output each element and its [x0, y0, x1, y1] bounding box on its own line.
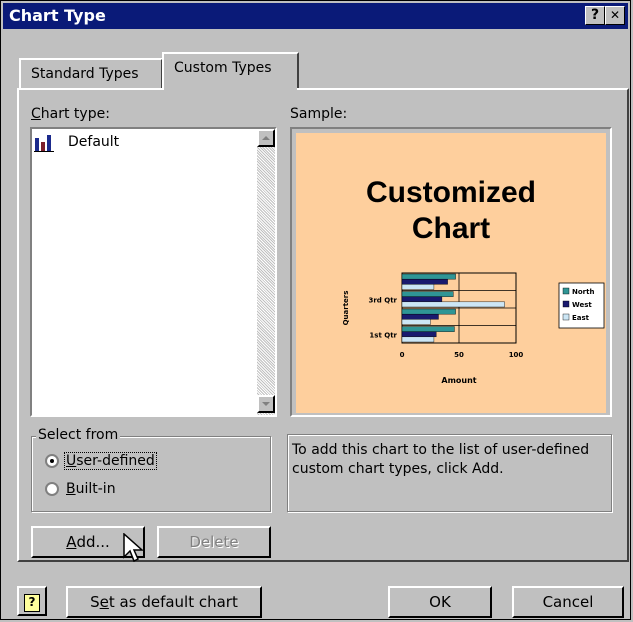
- help-button[interactable]: ?: [17, 586, 47, 616]
- ok-button[interactable]: OK: [388, 586, 492, 618]
- legend-swatch: [562, 287, 570, 295]
- arrow-down-icon: [262, 402, 270, 406]
- set-default-mnemonic: e: [99, 593, 109, 611]
- sample-frame: Customized Chart 1st Qtr 3rd Qtr 0 50 100 Amo…: [290, 127, 612, 417]
- radio-button[interactable]: [45, 454, 59, 468]
- help-icon: ?: [24, 594, 40, 612]
- bar: [401, 278, 448, 285]
- radio-built-in[interactable]: Built-in: [45, 480, 175, 500]
- bar: [401, 336, 435, 343]
- radio-user-defined[interactable]: User-defined: [45, 452, 175, 472]
- bar: [401, 331, 437, 338]
- legend-swatch: [562, 300, 570, 308]
- add-label: dd...: [76, 533, 110, 551]
- x-tick-label: 100: [509, 351, 524, 359]
- x-tick-label: 50: [454, 351, 464, 359]
- scroll-up-button[interactable]: [257, 129, 275, 147]
- chart-type-list[interactable]: Default: [30, 127, 277, 417]
- set-default-label-rest: t as default chart: [108, 593, 238, 611]
- sample-chart: 1st Qtr 3rd Qtr 0 50 100 Amount Quarters North W…: [342, 272, 605, 385]
- chart-type-mnemonic: C: [31, 106, 41, 122]
- tab-label: Custom Types: [174, 60, 272, 76]
- radio-label-text: ser-defined: [76, 453, 155, 469]
- radio-label-text: uilt-in: [75, 481, 116, 497]
- arrow-up-icon: [262, 136, 270, 140]
- radio-mnemonic: U: [66, 453, 77, 469]
- select-from-label: Select from: [36, 427, 121, 443]
- set-default-label-pre: S: [90, 593, 100, 611]
- cancel-label: Cancel: [542, 593, 594, 611]
- description-text: To add this chart to the list of user-de…: [292, 442, 590, 477]
- bar-chart-icon: [34, 134, 54, 152]
- mouse-pointer-icon: [123, 533, 144, 563]
- tab-custom-types[interactable]: Custom Types: [162, 52, 299, 88]
- close-icon: ✕: [609, 8, 621, 22]
- y-axis-label: Quarters: [342, 291, 350, 326]
- radio-button[interactable]: [45, 482, 59, 496]
- delete-label: Delete: [189, 533, 239, 551]
- bar: [401, 284, 435, 290]
- close-button[interactable]: ✕: [605, 6, 625, 25]
- bar: [401, 308, 456, 315]
- sample-chart-area: Customized Chart 1st Qtr 3rd Qtr 0 50 100 Amo…: [296, 133, 606, 413]
- vertical-scrollbar[interactable]: [257, 129, 275, 415]
- radio-dot: [50, 459, 54, 463]
- window-title: Chart Type: [9, 6, 106, 25]
- x-axis-label: Amount: [441, 376, 476, 385]
- bar: [401, 319, 431, 325]
- set-default-chart-button[interactable]: Set as default chart: [66, 586, 262, 618]
- tab-standard-types[interactable]: Standard Types: [19, 58, 163, 90]
- ok-label: OK: [429, 593, 451, 611]
- description-box: To add this chart to the list of user-de…: [287, 434, 612, 512]
- y-tick-label: 3rd Qtr: [368, 296, 397, 304]
- bar: [401, 273, 456, 280]
- legend-label: North: [572, 288, 594, 296]
- delete-button[interactable]: Delete: [157, 526, 271, 558]
- bar: [401, 313, 439, 320]
- radio-label: User-defined: [64, 452, 157, 470]
- title-bar: Chart Type ? ✕: [3, 3, 628, 29]
- question-icon: ?: [590, 7, 600, 23]
- radio-mnemonic: B: [66, 481, 76, 497]
- legend-label: East: [572, 314, 590, 322]
- bar: [401, 326, 455, 332]
- sample-label: Sample:: [290, 106, 348, 122]
- x-tick-label: 0: [400, 351, 405, 359]
- tab-label: Standard Types: [31, 66, 139, 82]
- list-item[interactable]: Default: [34, 132, 244, 154]
- select-from-group: [31, 436, 271, 512]
- add-mnemonic: A: [66, 533, 77, 551]
- radio-label: Built-in: [66, 481, 116, 497]
- scroll-down-button[interactable]: [257, 395, 275, 413]
- bar: [401, 301, 505, 308]
- bar: [401, 291, 454, 297]
- chart-type-label: Chart type:: [31, 106, 110, 122]
- legend-label: West: [572, 301, 592, 309]
- tab-joint: [164, 86, 297, 92]
- legend-swatch: [562, 313, 570, 321]
- bar: [401, 296, 443, 303]
- chart-type-label-text: hart type:: [40, 106, 110, 122]
- y-tick-label: 1st Qtr: [369, 331, 397, 339]
- list-item-label: Default: [68, 134, 120, 150]
- cancel-button[interactable]: Cancel: [512, 586, 624, 618]
- help-title-button[interactable]: ?: [585, 6, 605, 25]
